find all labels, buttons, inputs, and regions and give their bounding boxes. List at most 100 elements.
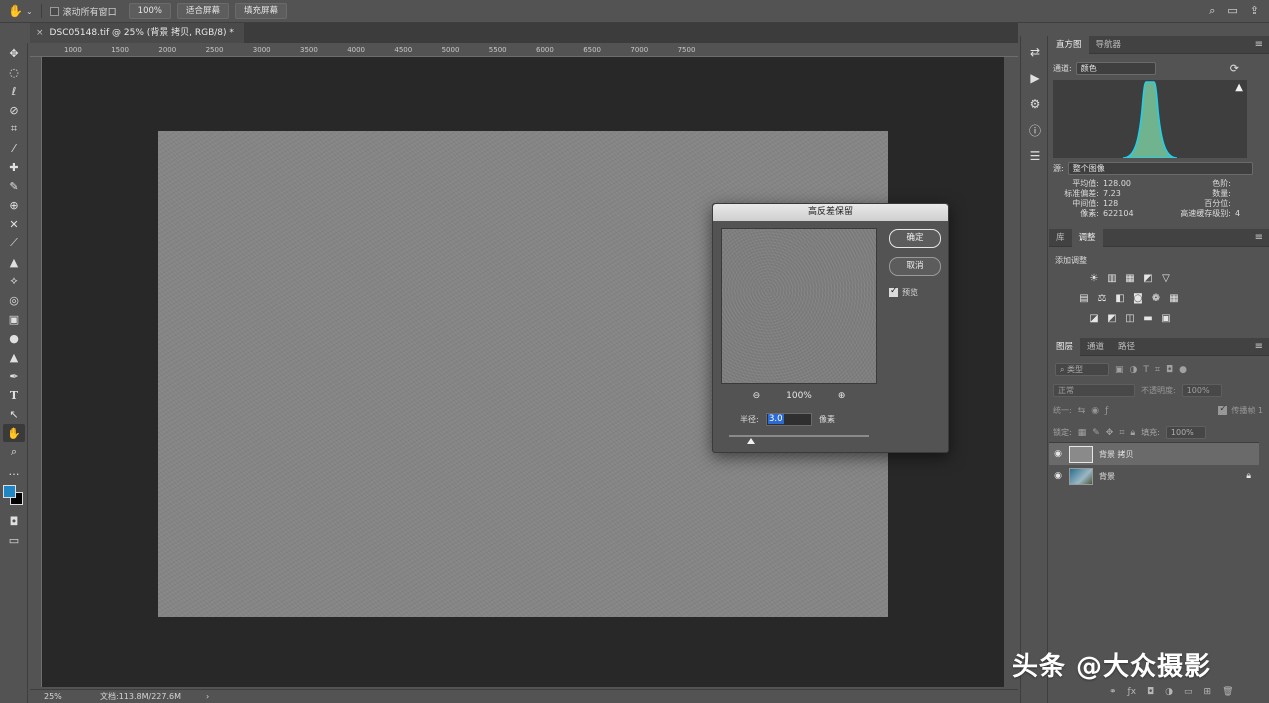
propagate-frame-checkbox[interactable]: 传播帧 1 [1218,404,1263,416]
unify-style-icon[interactable]: ƒ [1105,406,1108,416]
vibrance-icon[interactable]: ▽ [1159,272,1173,284]
quick-select-tool-icon[interactable]: ⊘ [3,101,25,119]
hand-tool-icon[interactable]: ✋ [3,424,25,442]
move-tool-icon[interactable]: ✥ [3,44,25,62]
color-lookup-icon[interactable]: ▦ [1167,292,1181,304]
blur-tool-icon[interactable]: ● [3,329,25,347]
info-icon[interactable]: ⓘ [1024,120,1046,140]
threshold-icon[interactable]: ◫ [1123,312,1137,324]
radius-slider-track[interactable] [729,435,869,437]
smudge-tool-icon[interactable]: ⟡ [3,272,25,290]
checkbox-box[interactable] [49,6,59,16]
tab-libraries[interactable]: 库 [1049,229,1072,247]
photo-filter-icon[interactable]: ◙ [1131,292,1145,304]
brush-settings-icon[interactable]: ⚙ [1024,94,1046,114]
fill-screen-button[interactable]: 填充屏幕 [235,3,288,19]
new-layer-icon[interactable]: ⊞ [1204,687,1212,697]
history-icon[interactable]: ⇄ [1024,42,1046,62]
tab-histogram[interactable]: 直方图 [1049,35,1089,54]
zoom-100-button[interactable]: 100% [128,3,171,19]
fill-input[interactable]: 100% [1165,426,1206,439]
filter-preview[interactable] [721,228,877,384]
foreground-color-swatch[interactable] [3,485,16,498]
new-adjustment-icon[interactable]: ◑ [1165,687,1173,697]
screen-mode-icon[interactable]: ▭ [3,531,25,549]
lock-icon[interactable]: 🔒︎ [1246,471,1251,481]
visibility-eye-icon[interactable]: ◉ [1049,449,1067,459]
type-tool-icon[interactable]: T [3,386,25,404]
tab-navigator[interactable]: 导航器 [1089,36,1129,54]
pen-tool-icon[interactable]: ✒ [3,367,25,385]
visibility-eye-icon[interactable]: ◉ [1049,471,1067,481]
filter-shape-icon[interactable]: ⌗ [1155,365,1160,375]
history-brush-tool-icon[interactable]: ✕ [3,215,25,233]
sharpen-tool-icon[interactable]: ▲ [3,348,25,366]
channel-select[interactable]: 颜色 [1075,62,1156,75]
paint-bucket-tool-icon[interactable]: ▲ [3,253,25,271]
filter-pixel-icon[interactable]: ▣ [1115,365,1124,375]
gradient-tool-icon[interactable]: ▣ [3,310,25,328]
more-tools-icon[interactable]: … [3,462,25,480]
posterize-icon[interactable]: ◩ [1105,312,1119,324]
selective-color-icon[interactable]: ▣ [1159,312,1173,324]
lasso-tool-icon[interactable]: ℓ [3,82,25,100]
workspace-icon[interactable]: ▭ [1227,4,1237,18]
panel-menu-icon[interactable]: ≡ [1255,341,1263,352]
filter-toggle-icon[interactable]: ● [1179,365,1187,375]
refresh-icon[interactable]: ⟳ [1230,62,1239,75]
tab-paths[interactable]: 路径 [1111,338,1142,356]
scroll-all-windows-checkbox[interactable]: 滚动所有窗口 [49,5,117,18]
share-icon[interactable]: ⇪ [1250,4,1259,18]
healing-tool-icon[interactable]: ✚ [3,158,25,176]
invert-icon[interactable]: ◪ [1087,312,1101,324]
checkbox-box[interactable] [1218,404,1228,415]
layer-row[interactable]: ◉ 背景 🔒︎ [1049,465,1259,487]
layer-row[interactable]: ◉ 背景 拷贝 [1049,443,1259,465]
search-icon[interactable]: ⌕ [1209,4,1215,18]
radius-input[interactable]: 3.0 [766,413,812,426]
checkbox-box[interactable] [889,286,898,297]
close-icon[interactable]: × [36,23,44,43]
layer-filter-select[interactable]: ⌕ 类型 [1055,363,1109,376]
eyedropper-tool-icon[interactable]: ⁄ [3,139,25,157]
stamp-tool-icon[interactable]: ⊕ [3,196,25,214]
actions-play-icon[interactable]: ▶ [1024,68,1046,88]
radius-slider-thumb[interactable] [747,438,755,444]
zoom-in-icon[interactable]: ⊕ [838,391,846,401]
unify-position-icon[interactable]: ⇆ [1078,406,1086,416]
panel-menu-icon[interactable]: ≡ [1255,232,1263,243]
document-tab[interactable]: × DSC05148.tif @ 25% (背景 拷贝, RGB/8) * [30,23,244,43]
delete-layer-icon[interactable]: 🗑︎ [1222,687,1233,697]
crop-tool-icon[interactable]: ⌗ [3,120,25,138]
filter-adjust-icon[interactable]: ◑ [1130,365,1138,375]
lock-all-icon[interactable]: 🔒︎ [1130,428,1135,438]
filter-type-icon[interactable]: T [1143,365,1149,375]
filter-smart-icon[interactable]: ◘ [1166,365,1173,375]
panel-menu-icon[interactable]: ≡ [1255,39,1263,50]
preview-checkbox[interactable]: 预览 [889,286,918,298]
zoom-tool-icon[interactable]: ⌕ [3,443,25,461]
layer-style-icon[interactable]: ƒx [1128,687,1137,697]
levels-icon[interactable]: ▥ [1105,272,1119,284]
gradient-map-icon[interactable]: ▬ [1141,312,1155,324]
tool-preset-dropdown-icon[interactable]: ⌄ [26,7,33,16]
exposure-icon[interactable]: ◩ [1141,272,1155,284]
hue-saturation-icon[interactable]: ▤ [1077,292,1091,304]
channel-mixer-icon[interactable]: ❁ [1149,292,1163,304]
lock-pixels-icon[interactable]: ✎ [1092,428,1100,438]
marquee-tool-icon[interactable]: ◌ [3,63,25,81]
lock-position-icon[interactable]: ✥ [1106,428,1114,438]
brightness-icon[interactable]: ☀ [1087,272,1101,284]
tab-layers[interactable]: 图层 [1049,337,1081,356]
dodge-tool-icon[interactable]: ◎ [3,291,25,309]
curves-icon[interactable]: ▦ [1123,272,1137,284]
link-layers-icon[interactable]: ⚭ [1109,687,1117,697]
ok-button[interactable]: 确定 [889,229,941,248]
warning-icon[interactable]: ▲ [1235,82,1243,93]
eraser-tool-icon[interactable]: ⟋ [3,234,25,252]
zoom-level[interactable]: 25% [44,690,62,703]
cancel-button[interactable]: 取消 [889,257,941,276]
path-select-tool-icon[interactable]: ↖ [3,405,25,423]
tab-adjustments[interactable]: 调整 [1071,228,1103,247]
lock-transparent-icon[interactable]: ▦ [1078,428,1087,438]
